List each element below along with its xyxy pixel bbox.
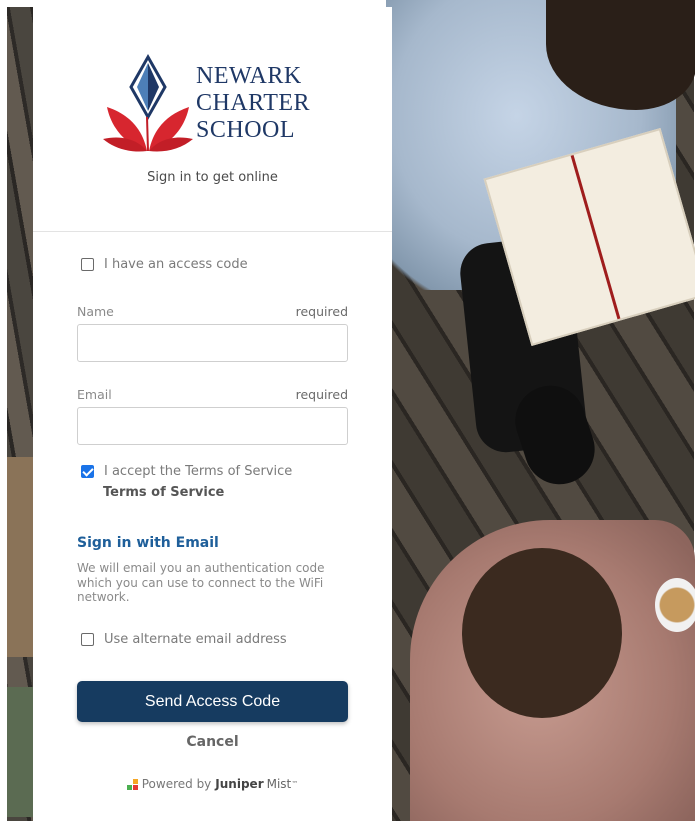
background-left-strip [7,7,33,821]
email-signin-description: We will email you an authentication code… [77,561,325,604]
juniper-brand: Juniper [215,777,264,791]
email-input[interactable] [77,407,348,445]
cancel-button[interactable]: Cancel [33,734,392,750]
access-code-label: I have an access code [104,257,248,272]
terms-option[interactable]: I accept the Terms of Service [81,464,292,479]
name-input[interactable] [77,324,348,362]
signin-panel: NEWARK CHARTER SCHOOL Sign in to get onl… [33,7,392,821]
mist-brand: Mist [266,777,292,791]
name-label: Name [77,304,114,319]
terms-of-service-link[interactable]: Terms of Service [103,485,224,500]
school-wordmark: NEWARK CHARTER SCHOOL [196,63,311,143]
background-person2-head [462,548,622,718]
sign-in-with-email-heading: Sign in with Email [77,535,219,551]
powered-by-footer: Powered by Juniper Mist ™ [33,777,392,791]
terms-checkbox[interactable] [81,465,94,478]
name-required-label: required [295,304,348,319]
email-required-label: required [295,387,348,402]
header-divider [33,231,392,232]
alternate-email-label: Use alternate email address [104,632,287,647]
access-code-checkbox[interactable] [81,258,94,271]
send-access-code-button[interactable]: Send Access Code [77,681,348,722]
newark-charter-logo-icon [103,53,193,152]
juniper-mist-icon [126,778,138,790]
alternate-email-option[interactable]: Use alternate email address [81,632,287,647]
email-label: Email [77,387,112,402]
background-coffee-cup [655,578,695,632]
alternate-email-checkbox[interactable] [81,633,94,646]
terms-label: I accept the Terms of Service [104,464,293,479]
page-subtitle: Sign in to get online [147,170,278,185]
school-logo: NEWARK CHARTER SCHOOL [101,53,321,158]
access-code-option[interactable]: I have an access code [81,257,248,272]
